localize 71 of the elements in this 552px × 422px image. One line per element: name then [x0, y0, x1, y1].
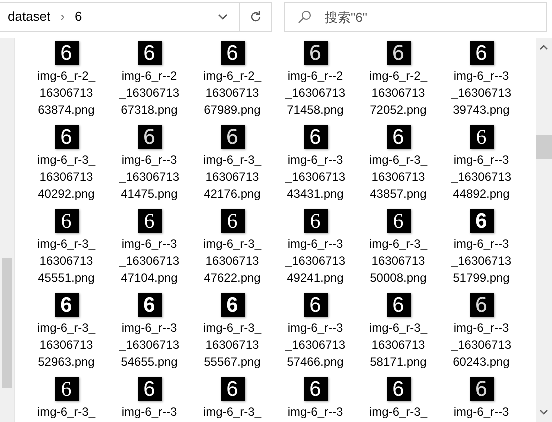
image-thumbnail[interactable]: 6 — [386, 293, 410, 317]
file-name[interactable]: img-6_r-3_ 16306713 40292.png — [37, 152, 96, 203]
scrollbar[interactable] — [536, 38, 552, 422]
breadcrumb-item[interactable]: 6 — [75, 7, 82, 27]
file-name[interactable]: img-6_r--3 _16306713 41475.png — [119, 152, 180, 203]
image-thumbnail[interactable]: 6 — [54, 377, 78, 401]
refresh-icon — [250, 11, 262, 23]
image-thumbnail[interactable]: 6 — [304, 125, 328, 149]
file-name[interactable]: img-6_r--3 _16306713 49241.png — [285, 236, 346, 287]
image-thumbnail[interactable]: 6 — [138, 209, 162, 233]
search-field[interactable]: 搜索"6" — [284, 2, 547, 32]
image-thumbnail[interactable]: 6 — [304, 41, 328, 65]
file-name[interactable]: img-6_r--2 _16306713 71458.png — [285, 68, 346, 119]
file-name[interactable]: img-6_r--3 _16306713 51799.png — [451, 236, 512, 287]
image-thumbnail[interactable]: 6 — [54, 125, 78, 149]
image-thumbnail[interactable]: 6 — [54, 209, 78, 233]
image-thumbnail[interactable]: 6 — [220, 41, 244, 65]
image-thumbnail[interactable]: 6 — [138, 377, 162, 401]
file-name[interactable]: img-6_r-3_ 16306713 42176.png — [203, 152, 262, 203]
image-thumbnail[interactable]: 6 — [304, 209, 328, 233]
image-thumbnail[interactable]: 6 — [220, 377, 244, 401]
search-icon — [298, 10, 312, 24]
chevron-down-icon — [218, 14, 228, 20]
image-thumbnail[interactable]: 6 — [386, 41, 410, 65]
image-thumbnail[interactable]: 6 — [470, 41, 494, 65]
image-thumbnail[interactable]: 6 — [304, 377, 328, 401]
file-name[interactable]: img-6_r-3_ 16306713 43857.png — [369, 152, 428, 203]
image-thumbnail[interactable]: 6 — [220, 209, 244, 233]
file-name[interactable]: img-6_r-2_ 16306713 63874.png — [37, 68, 96, 119]
image-thumbnail[interactable]: 6 — [220, 293, 244, 317]
file-name[interactable]: img-6_r--3 — [454, 404, 510, 421]
file-name[interactable]: img-6_r--3 _16306713 44892.png — [451, 152, 512, 203]
image-thumbnail[interactable]: 6 — [304, 293, 328, 317]
breadcrumb-separator: › — [60, 8, 65, 26]
file-name[interactable]: img-6_r--2 _16306713 67318.png — [119, 68, 180, 119]
file-name[interactable]: img-6_r--3 _16306713 43431.png — [285, 152, 346, 203]
scrollbar-thumb[interactable] — [2, 258, 12, 388]
file-name[interactable]: img-6_r--3 _16306713 47104.png — [119, 236, 180, 287]
file-name[interactable]: img-6_r-3_ 16306713 50008.png — [369, 236, 428, 287]
file-name[interactable]: img-6_r--3 — [288, 404, 344, 421]
image-thumbnail[interactable]: 6 — [386, 209, 410, 233]
image-thumbnail[interactable]: 6 — [138, 125, 162, 149]
file-name[interactable]: img-6_r-3_ 16306713 55567.png — [203, 320, 262, 371]
file-name[interactable]: img-6_r-3_ — [203, 404, 262, 421]
file-name[interactable]: img-6_r--3 _16306713 57466.png — [285, 320, 346, 371]
image-thumbnail[interactable]: 6 — [470, 125, 494, 149]
file-name[interactable]: img-6_r--3 _16306713 60243.png — [451, 320, 512, 371]
file-name[interactable]: img-6_r-3_ — [37, 404, 96, 421]
image-thumbnail[interactable]: 6 — [54, 293, 78, 317]
address-bar[interactable]: dataset › 6 — [0, 2, 272, 32]
image-thumbnail[interactable]: 6 — [54, 41, 78, 65]
scrollbar-thumb[interactable] — [536, 135, 552, 159]
file-name[interactable]: img-6_r--3 _16306713 54655.png — [119, 320, 180, 371]
file-name[interactable]: img-6_r-3_ 16306713 47622.png — [203, 236, 262, 287]
image-thumbnail[interactable]: 6 — [470, 377, 494, 401]
file-name[interactable]: img-6_r-2_ 16306713 72052.png — [369, 68, 428, 119]
image-thumbnail[interactable]: 6 — [138, 41, 162, 65]
file-name[interactable]: img-6_r-3_ 16306713 58171.png — [369, 320, 428, 371]
file-name[interactable]: img-6_r-2_ 16306713 67989.png — [203, 68, 262, 119]
image-thumbnail[interactable]: 6 — [138, 293, 162, 317]
image-thumbnail[interactable]: 6 — [220, 125, 244, 149]
image-thumbnail[interactable]: 6 — [386, 377, 410, 401]
image-thumbnail[interactable]: 6 — [470, 293, 494, 317]
file-name[interactable]: img-6_r-3_ 16306713 45551.png — [37, 236, 96, 287]
file-name[interactable]: img-6_r-3_ 16306713 52963.png — [37, 320, 96, 371]
file-name[interactable]: img-6_r--3 — [122, 404, 178, 421]
image-thumbnail[interactable]: 6 — [470, 209, 494, 233]
breadcrumb-item[interactable]: dataset — [8, 7, 51, 27]
file-name[interactable]: img-6_r--3 _16306713 39743.png — [451, 68, 512, 119]
file-name[interactable]: img-6_r-3_ — [369, 404, 428, 421]
image-thumbnail[interactable]: 6 — [386, 125, 410, 149]
